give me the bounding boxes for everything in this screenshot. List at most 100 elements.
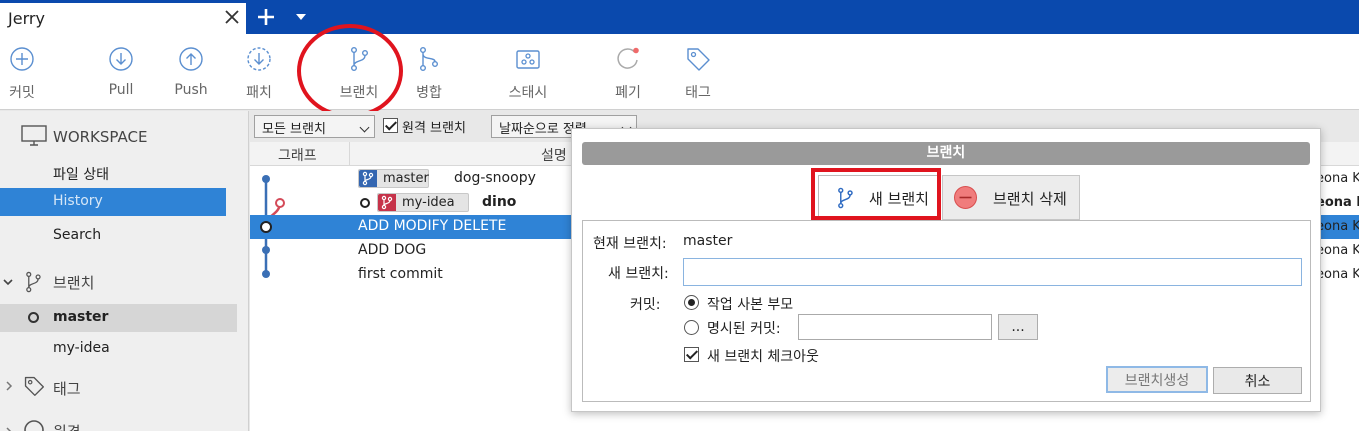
sidebar-item-file-status[interactable]: 파일 상태	[0, 159, 237, 187]
dialog-title: 브랜치	[582, 142, 1310, 165]
cancel-button[interactable]: 취소	[1213, 367, 1302, 394]
new-branch-name-input[interactable]	[683, 258, 1302, 286]
merge-label: 병합	[416, 85, 442, 101]
sidebar-item-history[interactable]: History	[0, 188, 226, 216]
tag-icon	[24, 376, 44, 396]
sidebar-item-master[interactable]: master	[0, 304, 237, 332]
repo-tab[interactable]: Jerry	[0, 3, 246, 34]
commit-label: 커밋	[9, 85, 35, 101]
pull-label: Pull	[108, 82, 134, 98]
column-divider	[349, 142, 350, 166]
commit-author: eona K	[1316, 243, 1359, 258]
working-copy-parent-label: 작업 사본 부모	[707, 297, 794, 313]
description-column-header[interactable]: 설명	[541, 145, 567, 165]
patch-button[interactable]: 패치	[229, 34, 289, 110]
workspace-heading: WORKSPACE	[53, 128, 148, 146]
repo-tab-title: Jerry	[8, 9, 45, 28]
sidebar-item-search[interactable]: Search	[0, 222, 237, 250]
tag-label: 태그	[685, 85, 711, 101]
current-branch-value: master	[683, 233, 733, 249]
branch-badge-my-idea: my-idea	[377, 193, 469, 212]
tab-delete-branch-label: 브랜치 삭제	[993, 190, 1067, 208]
remotes-heading: 원격	[53, 421, 81, 431]
create-branch-button[interactable]: 브랜치생성	[1106, 366, 1208, 393]
commit-plus-icon	[10, 47, 34, 71]
commit-button[interactable]: 커밋	[0, 34, 52, 110]
branches-heading: 브랜치	[53, 274, 95, 292]
sidebar-item-label: History	[53, 193, 103, 209]
chevron-right-icon[interactable]	[4, 427, 14, 431]
patch-label: 패치	[246, 85, 272, 101]
commit-node-icon	[260, 221, 272, 233]
discard-icon	[617, 47, 639, 69]
globe-icon	[24, 420, 44, 431]
browse-commit-button[interactable]: ...	[998, 314, 1038, 340]
main-toolbar: 커밋 Pull Push 패치 브랜치 병합 스태시 폐기 태그	[0, 34, 1359, 110]
push-label: Push	[174, 82, 208, 98]
push-button[interactable]: Push	[161, 34, 221, 110]
current-branch-dot-icon	[360, 198, 370, 208]
commit-author: eona K	[1316, 171, 1359, 186]
monitor-icon	[21, 125, 47, 146]
sidebar-item-label: Search	[53, 227, 102, 243]
current-branch-label: 현재 브랜치:	[593, 236, 667, 252]
new-branch-panel: 현재 브랜치: master 새 브랜치: 커밋: 작업 사본 부모 명시된 커…	[582, 220, 1311, 402]
discard-label: 폐기	[615, 85, 641, 101]
commit-label: 커밋:	[630, 297, 661, 313]
sidebar-item-label: 파일 상태	[53, 167, 109, 183]
commit-author: eona K	[1316, 267, 1359, 282]
checkout-new-branch-checkbox[interactable]	[684, 347, 699, 362]
patch-icon	[247, 47, 271, 71]
arrow-down-icon	[109, 47, 133, 71]
sidebar: WORKSPACE 파일 상태 History Search 브랜치 maste…	[0, 111, 249, 431]
minus-circle-icon	[954, 186, 977, 209]
checkout-new-branch-label: 새 브랜치 체크아웃	[707, 349, 819, 365]
specified-commit-input[interactable]	[798, 314, 992, 340]
close-icon[interactable]	[222, 7, 242, 27]
sidebar-item-my-idea[interactable]: my-idea	[0, 335, 237, 363]
commit-message: dog-snoopy	[454, 170, 536, 186]
highlight-box	[811, 168, 941, 220]
highlight-circle	[297, 24, 403, 118]
chevron-down-icon[interactable]	[3, 277, 13, 287]
branch-icon	[26, 271, 41, 293]
new-branch-label: 새 브랜치:	[608, 266, 669, 282]
stash-icon	[516, 50, 540, 69]
branch-dialog: 브랜치 새 브랜치 브랜치 삭제 현재 브랜치: master 새 브랜치: 커…	[571, 128, 1321, 412]
chevron-right-icon[interactable]	[4, 381, 14, 391]
branch-icon	[378, 194, 396, 211]
commit-message: ADD DOG	[358, 242, 427, 258]
stash-button[interactable]: 스태시	[498, 34, 558, 110]
tags-heading: 태그	[53, 380, 81, 398]
commit-message: first commit	[358, 266, 443, 282]
pull-button[interactable]: Pull	[91, 34, 151, 110]
window-tab-bar: Jerry	[0, 0, 1359, 34]
merge-button[interactable]: 병합	[399, 34, 459, 110]
tab-delete-branch[interactable]: 브랜치 삭제	[942, 175, 1080, 220]
chevron-down-icon[interactable]	[296, 14, 306, 20]
branch-badge-master: master	[358, 169, 429, 188]
commit-message: dino	[482, 194, 517, 210]
branch-filter-value: 모든 브랜치	[262, 122, 326, 137]
arrow-up-icon	[179, 47, 203, 71]
discard-button[interactable]: 폐기	[598, 34, 658, 110]
tag-button[interactable]: 태그	[668, 34, 728, 110]
stash-label: 스태시	[508, 85, 548, 101]
branch-icon	[359, 170, 377, 187]
sidebar-item-label: my-idea	[53, 340, 110, 356]
graph-column-header[interactable]: 그래프	[278, 145, 317, 165]
commit-message: ADD MODIFY DELETE	[358, 218, 507, 234]
tag-icon	[687, 48, 710, 71]
chevron-down-icon	[359, 122, 370, 133]
working-copy-parent-radio[interactable]	[684, 295, 699, 310]
branch-filter-dropdown[interactable]: 모든 브랜치	[254, 115, 375, 138]
remote-branches-checkbox[interactable]	[383, 118, 398, 133]
badge-label: my-idea	[402, 195, 455, 210]
current-branch-dot-icon	[28, 312, 39, 323]
specified-commit-radio[interactable]	[684, 320, 699, 335]
specified-commit-label: 명시된 커밋:	[707, 321, 781, 337]
commit-author: eona K	[1316, 195, 1359, 210]
commit-author: eona K	[1316, 219, 1359, 234]
merge-icon	[419, 47, 439, 72]
plus-icon[interactable]	[256, 7, 276, 27]
